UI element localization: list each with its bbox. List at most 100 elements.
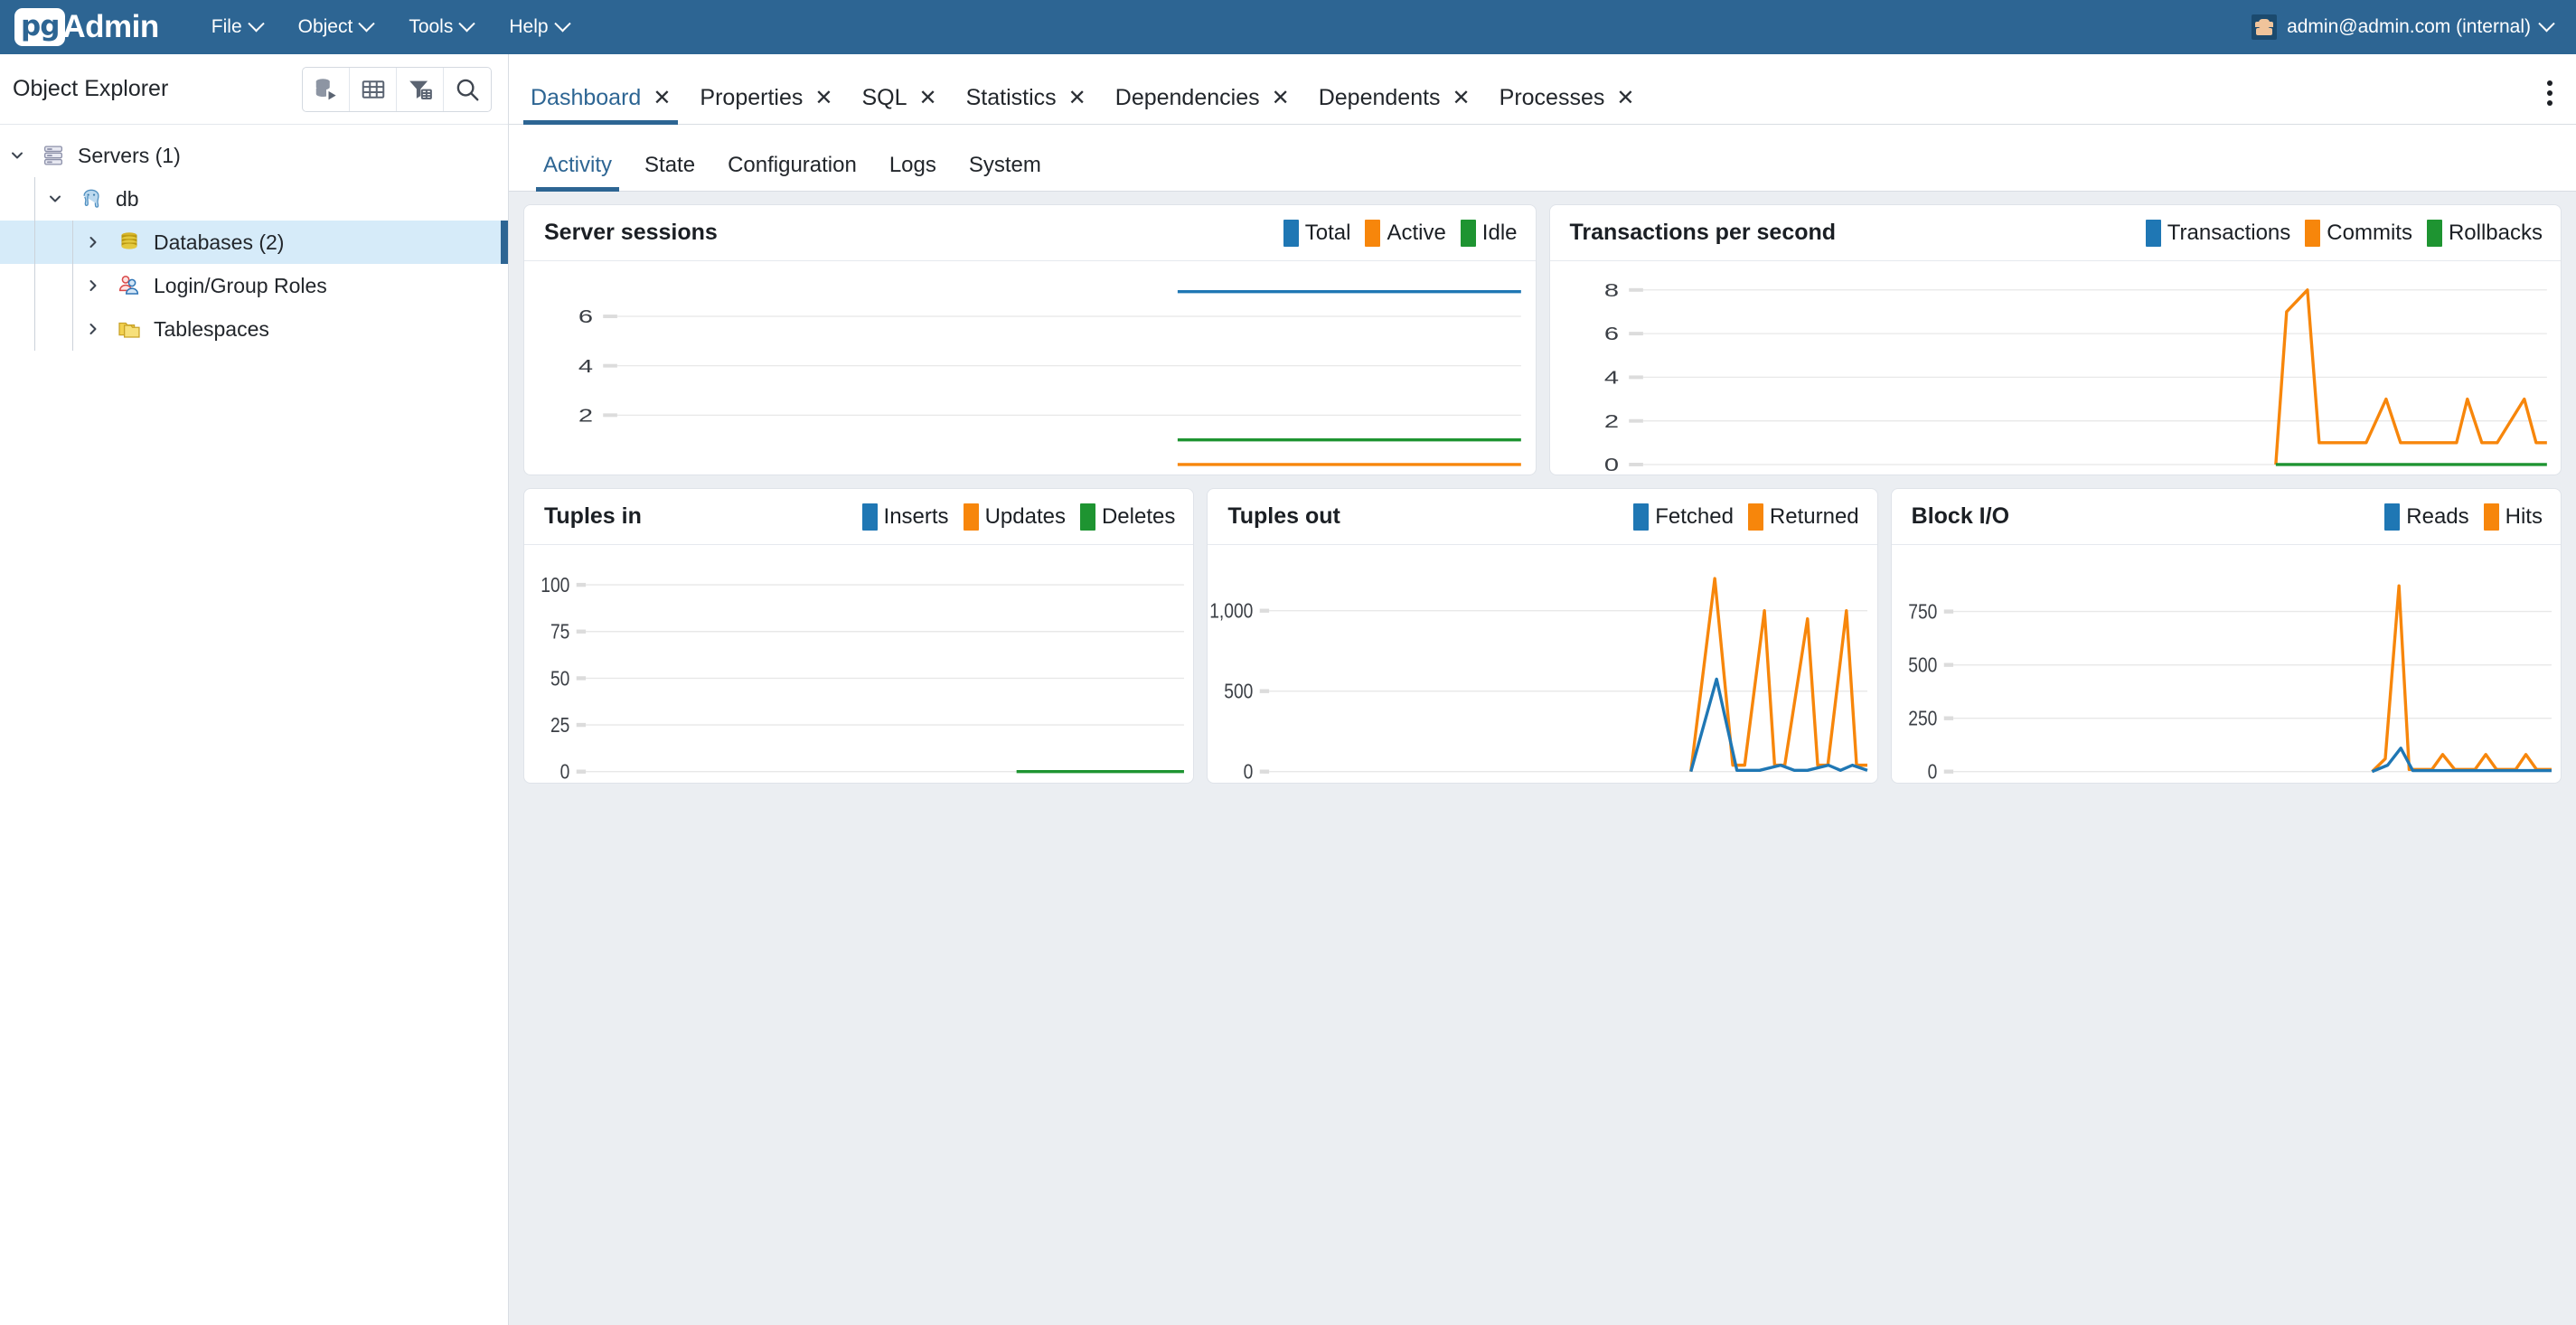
- tree-item-db[interactable]: db: [0, 177, 508, 221]
- query-tool-icon[interactable]: [303, 68, 350, 111]
- tree-guide-line: [72, 307, 73, 351]
- tree-guide-line: [34, 221, 35, 264]
- legend-item[interactable]: Hits: [2484, 503, 2543, 531]
- tree-item-tablespaces[interactable]: Tablespaces: [0, 307, 508, 351]
- tree-item-label: Databases (2): [154, 230, 284, 255]
- chevron-right-icon[interactable]: [81, 233, 105, 251]
- axis-tick-label: 750: [1908, 601, 1937, 624]
- legend-label: Total: [1305, 221, 1351, 246]
- panel-block-io: Block I/O Reads Hits: [1891, 488, 2562, 784]
- legend-label: Commits: [2327, 221, 2412, 246]
- axis-tick-label: 0: [1244, 761, 1254, 783]
- content-area: Dashboard ✕ Properties ✕ SQL ✕ Statistic…: [509, 54, 2576, 1325]
- filter-icon[interactable]: [397, 68, 444, 111]
- menu-tools[interactable]: Tools: [390, 9, 491, 45]
- legend-swatch: [1461, 220, 1476, 247]
- subtab-activity[interactable]: Activity: [527, 153, 628, 191]
- subtab-system[interactable]: System: [953, 153, 1058, 191]
- tab-dashboard[interactable]: Dashboard ✕: [516, 85, 685, 124]
- legend-swatch: [862, 503, 878, 531]
- view-data-icon[interactable]: [350, 68, 397, 111]
- subtab-configuration[interactable]: Configuration: [711, 153, 873, 191]
- chevron-right-icon[interactable]: [81, 320, 105, 338]
- object-explorer-header: Object Explorer: [0, 54, 508, 125]
- tab-statistics[interactable]: Statistics ✕: [952, 85, 1101, 124]
- tab-dependents[interactable]: Dependents ✕: [1304, 85, 1485, 124]
- tree-item-login-group-roles[interactable]: Login/Group Roles: [0, 264, 508, 307]
- legend-item[interactable]: Deletes: [1080, 503, 1175, 531]
- legend-item[interactable]: Active: [1365, 220, 1445, 247]
- dashboard-row-2: Tuples in Inserts Updates: [523, 488, 2562, 784]
- panel-title: Server sessions: [544, 220, 718, 246]
- tab-label: Dependencies: [1115, 85, 1260, 111]
- legend-label: Inserts: [884, 504, 949, 530]
- tree-guide-line: [34, 264, 35, 307]
- tree-item-servers[interactable]: Servers (1): [0, 134, 508, 177]
- chart-legend: Fetched Returned: [1633, 503, 1858, 531]
- axis-tick-label: 0: [1603, 455, 1618, 475]
- axis-tick-label: 100: [541, 575, 569, 597]
- tab-properties[interactable]: Properties ✕: [685, 85, 847, 124]
- legend-item[interactable]: Inserts: [862, 503, 949, 531]
- chart-canvas-tuples-in: 0255075100: [524, 545, 1193, 783]
- close-icon[interactable]: ✕: [1272, 88, 1290, 109]
- close-icon[interactable]: ✕: [814, 88, 832, 109]
- close-icon[interactable]: ✕: [919, 88, 937, 109]
- chart-legend: Reads Hits: [2384, 503, 2543, 531]
- legend-label: Hits: [2505, 504, 2543, 530]
- chevron-down-icon[interactable]: [5, 146, 29, 164]
- axis-tick-label: 0: [560, 761, 570, 783]
- menu-file[interactable]: File: [193, 9, 280, 45]
- logo-pg-badge: pg: [14, 8, 65, 46]
- main-menu: File Object Tools Help: [193, 9, 587, 45]
- panel-header: Server sessions Total Active: [524, 205, 1536, 261]
- legend-item[interactable]: Transactions: [2146, 220, 2291, 247]
- menu-help[interactable]: Help: [491, 9, 586, 45]
- legend-swatch: [2305, 220, 2320, 247]
- axis-tick-label: 500: [1225, 681, 1254, 703]
- series-line-fetched: [1691, 679, 1867, 771]
- close-icon[interactable]: ✕: [1616, 88, 1634, 109]
- legend-item[interactable]: Reads: [2384, 503, 2468, 531]
- close-icon[interactable]: ✕: [1453, 88, 1471, 109]
- legend-label: Reads: [2406, 504, 2468, 530]
- axis-tick-label: 75: [550, 621, 569, 644]
- chevron-right-icon[interactable]: [81, 277, 105, 295]
- tab-dependencies[interactable]: Dependencies ✕: [1101, 85, 1304, 124]
- chart-svg: 05001,000: [1208, 545, 1876, 783]
- kebab-menu-icon[interactable]: [2543, 77, 2556, 109]
- search-icon[interactable]: [444, 68, 491, 111]
- tab-processes[interactable]: Processes ✕: [1485, 85, 1650, 124]
- legend-item[interactable]: Idle: [1461, 220, 1518, 247]
- legend-item[interactable]: Rollbacks: [2427, 220, 2543, 247]
- panel-title: Tuples out: [1227, 503, 1340, 530]
- legend-item[interactable]: Fetched: [1633, 503, 1734, 531]
- subtab-logs[interactable]: Logs: [873, 153, 953, 191]
- chart-canvas-transactions-per-second: 02468: [1550, 261, 2562, 475]
- legend-item[interactable]: Commits: [2305, 220, 2412, 247]
- tree-item-databases[interactable]: Databases (2): [0, 221, 508, 264]
- axis-tick-label: 4: [578, 356, 593, 377]
- axis-tick-label: 2: [578, 406, 593, 427]
- legend-item[interactable]: Updates: [964, 503, 1066, 531]
- chevron-down-icon[interactable]: [43, 190, 67, 208]
- dashboard-row-1: Server sessions Total Active: [523, 204, 2562, 475]
- menu-object[interactable]: Object: [280, 9, 391, 45]
- chart-svg: 0255075100: [524, 545, 1193, 783]
- tab-sql[interactable]: SQL ✕: [847, 85, 951, 124]
- databases-icon: [114, 230, 145, 255]
- user-menu[interactable]: admin@admin.com (internal): [2246, 0, 2558, 54]
- legend-swatch: [1365, 220, 1380, 247]
- axis-tick-label: 8: [1603, 280, 1618, 301]
- legend-item[interactable]: Total: [1283, 220, 1351, 247]
- close-icon[interactable]: ✕: [1068, 88, 1086, 109]
- legend-swatch: [2484, 503, 2499, 531]
- legend-label: Returned: [1770, 504, 1859, 530]
- close-icon[interactable]: ✕: [653, 88, 671, 109]
- panel-header: Tuples out Fetched Returned: [1208, 489, 1876, 545]
- tab-label: Properties: [700, 85, 803, 111]
- legend-label: Rollbacks: [2449, 221, 2543, 246]
- tree-item-label: db: [116, 187, 139, 211]
- subtab-state[interactable]: State: [628, 153, 711, 191]
- legend-item[interactable]: Returned: [1748, 503, 1859, 531]
